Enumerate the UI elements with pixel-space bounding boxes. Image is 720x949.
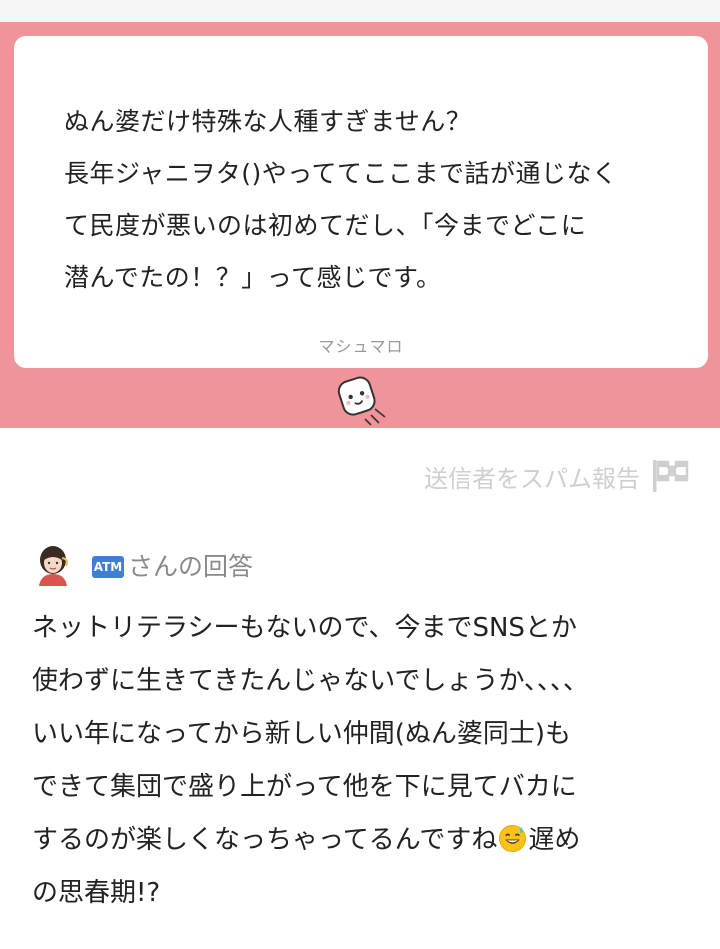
- answer-line: の思春期!?: [32, 878, 161, 908]
- page: ぬん婆だけ特殊な人種すぎません？ 長年ジャニヲタ()やっててここまで話が通じなく…: [0, 0, 720, 949]
- avatar: [39, 546, 68, 586]
- marshmallow-mascot-icon: [337, 376, 386, 426]
- question-line: て民度が悪いのは初めてだし、「今までどこに: [64, 211, 587, 240]
- answer-line: するのが楽しくなっちゃってるんですね 遅め: [32, 814, 702, 867]
- answer-line-part: するのが楽しくなっちゃってるんですね: [32, 825, 498, 855]
- atm-icon: ATM: [92, 556, 124, 578]
- answer-line: できて集団で盛り上がって他を下に見てバカに: [32, 772, 577, 802]
- question-text: ぬん婆だけ特殊な人種すぎません？ 長年ジャニヲタ()やっててここまで話が通じなく…: [64, 96, 668, 304]
- answer-text: ネットリテラシーもないので、今までSNSとか 使わずに生きてきたんじゃないでしょ…: [32, 602, 702, 920]
- question-line: 長年ジャニヲタ()やっててここまで話が通じなく: [64, 159, 618, 188]
- answer-header: ATM さんの回答: [32, 544, 253, 586]
- answer-header-label: さんの回答: [128, 552, 254, 581]
- question-line: 潜んでたの！？」って感じです。: [64, 263, 442, 292]
- flag-icon: [653, 460, 689, 492]
- sweat-smile-emoji-icon: [499, 824, 527, 853]
- answer-line: いい年になってから新しい仲間(ぬん婆同士)も: [32, 719, 571, 749]
- answer-line: 使わずに生きてきたんじゃないでしょうか、、、、: [32, 666, 589, 696]
- report-spam-label: 送信者をスパム報告: [424, 464, 640, 493]
- brand-label: マシュマロ: [318, 337, 404, 356]
- answer-line: ネットリテラシーもないので、今までSNSとか: [32, 613, 577, 643]
- answer-line-part: 遅め: [528, 825, 581, 855]
- question-card: ぬん婆だけ特殊な人種すぎません？ 長年ジャニヲタ()やっててここまで話が通じなく…: [14, 36, 708, 368]
- report-spam-button[interactable]: 送信者をスパム報告: [424, 458, 690, 494]
- top-strip: [0, 0, 720, 22]
- question-line: ぬん婆だけ特殊な人種すぎません？: [64, 107, 472, 136]
